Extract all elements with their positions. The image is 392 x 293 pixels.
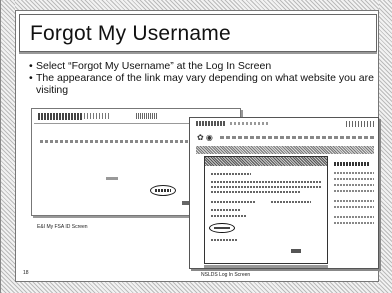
bullet-text: The appearance of the link may vary depe… — [36, 72, 374, 96]
bullet-item: • Select “Forgot My Username” at the Log… — [29, 60, 375, 72]
form-field — [106, 177, 118, 180]
bullet-marker: • — [29, 72, 33, 84]
login-panel-header — [205, 157, 327, 166]
frame-top — [1, 0, 392, 10]
sidebar-line — [334, 216, 374, 218]
right-screenshot-caption: NSLDS Log In Screen — [201, 272, 251, 278]
title-underline — [19, 52, 377, 54]
sidebar-line — [334, 206, 374, 208]
bullet-list: • Select “Forgot My Username” at the Log… — [29, 60, 375, 96]
submit-button — [291, 249, 301, 253]
frame-bottom — [1, 282, 392, 293]
password-label — [271, 201, 311, 203]
frame-right — [379, 0, 392, 293]
header-links — [136, 113, 158, 119]
nav-bar — [220, 136, 374, 139]
panel-text-line — [211, 181, 321, 183]
field-line — [211, 215, 247, 217]
right-screenshot: ✿ ◉ — [189, 117, 379, 269]
username-label — [211, 201, 255, 203]
bullet-item: • The appearance of the link may vary de… — [29, 72, 375, 96]
site-logo-secondary — [84, 113, 110, 119]
forgot-username-link — [214, 227, 230, 229]
sidebar-line — [334, 172, 374, 174]
frame-left — [1, 0, 15, 293]
left-screenshot-caption: E&I My FSA ID Screen — [37, 224, 88, 230]
site-logo — [38, 113, 82, 120]
site-tagline — [230, 122, 270, 125]
bullet-marker: • — [29, 60, 33, 72]
panel-text-line — [211, 186, 321, 188]
sidebar-line — [334, 184, 374, 186]
page-number: 18 — [23, 270, 29, 276]
slide: Forgot My Username • Select “Forgot My U… — [0, 0, 392, 293]
login-panel — [204, 156, 328, 264]
banner-bar — [196, 146, 374, 154]
sidebar-line — [334, 222, 374, 224]
field-line — [211, 209, 241, 211]
sidebar-line — [334, 178, 374, 180]
sidebar-line — [334, 200, 374, 202]
header-links — [346, 121, 374, 127]
intro-text — [40, 140, 190, 143]
site-logo — [196, 121, 226, 126]
field-line — [211, 239, 237, 241]
header-icons: ✿ ◉ — [197, 133, 213, 142]
sidebar-line — [334, 190, 374, 192]
footer-line — [204, 265, 328, 268]
forgot-username-link — [155, 189, 171, 192]
title-box: Forgot My Username — [19, 14, 377, 52]
bullet-text: Select “Forgot My Username” at the Log I… — [36, 60, 272, 72]
panel-heading — [211, 173, 251, 175]
slide-title: Forgot My Username — [30, 22, 231, 45]
panel-text-line — [211, 191, 301, 193]
sidebar-heading — [334, 162, 370, 166]
